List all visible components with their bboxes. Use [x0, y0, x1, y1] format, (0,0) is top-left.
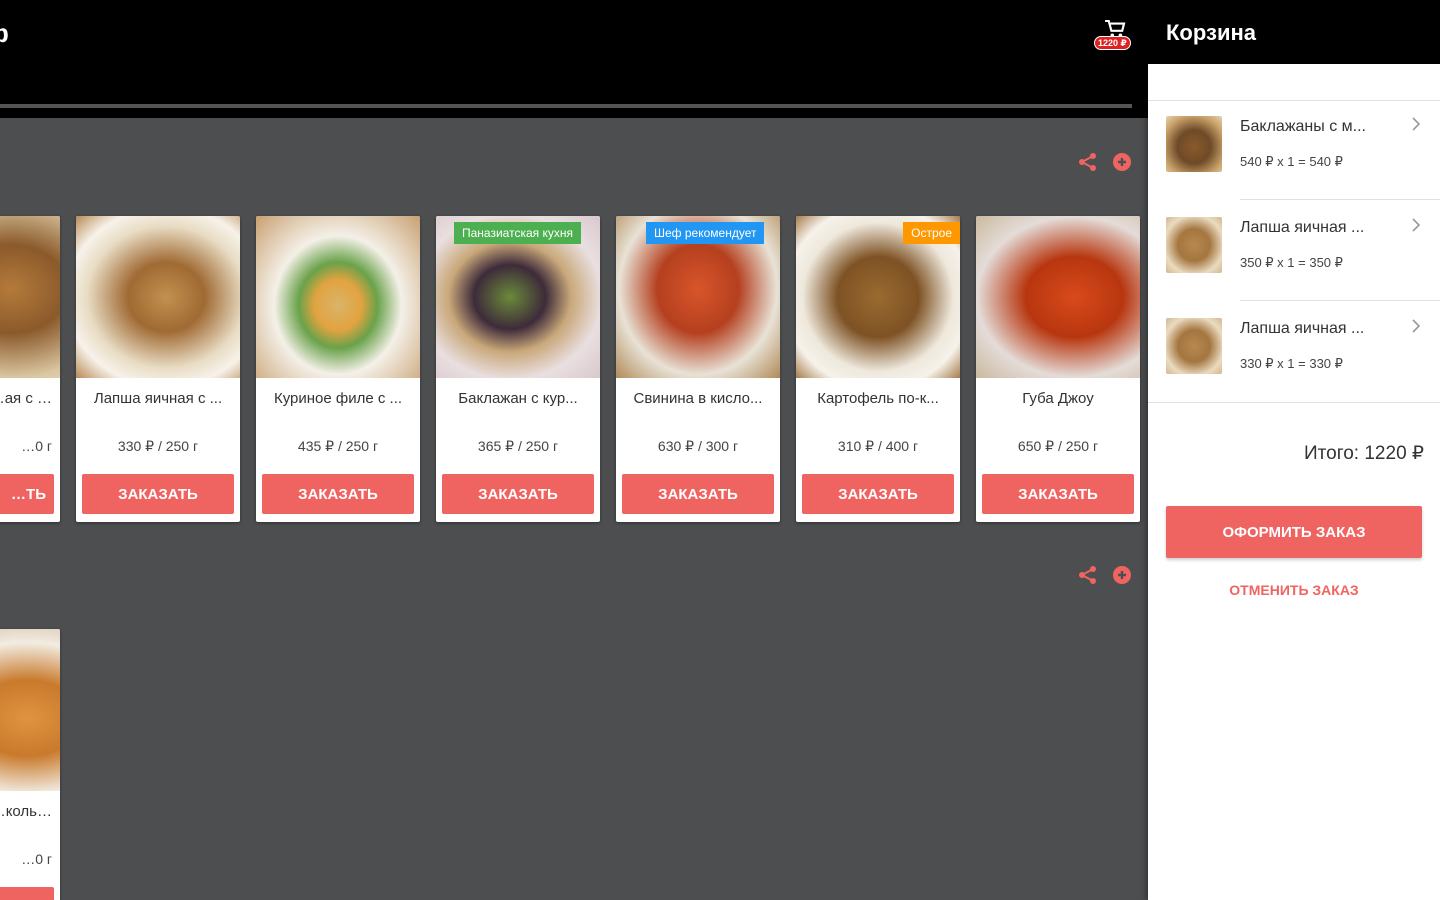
dish-price: 650 ₽ / 250 г [1017, 438, 1099, 454]
menu-card[interactable]: …ая с … …0 г …ТЬ [0, 216, 60, 522]
dish-name: Свинина в кисло... [633, 390, 763, 407]
dish-photo [0, 216, 60, 378]
menu-panel: ф 1220 ₽ …ая с … …0 г …ТЬ Лапша яичная с… [0, 0, 1148, 900]
dish-price: 365 ₽ / 250 г [477, 438, 559, 454]
app-toolbar: ф 1220 ₽ [0, 0, 1148, 118]
cart-item-thumbnail [1166, 116, 1222, 172]
cart-panel: Корзина Баклажаны с м... 540 ₽ x 1 = 540… [1148, 0, 1440, 900]
menu-card[interactable]: …коль… …0 г [0, 629, 60, 900]
dish-name: Лапша яичная с ... [93, 390, 223, 407]
cart-item[interactable]: Лапша яичная ... 350 ₽ x 1 = 350 ₽ [1148, 201, 1440, 301]
share-icon[interactable] [1078, 152, 1098, 172]
chevron-right-icon[interactable] [1410, 116, 1422, 132]
dish-name: Баклажан с кур... [458, 390, 578, 407]
order-button[interactable]: ЗАКАЗАТЬ [262, 474, 414, 514]
dish-photo [0, 629, 60, 791]
dish-price: 330 ₽ / 250 г [117, 438, 199, 454]
order-button[interactable]: ЗАКАЗАТЬ [622, 474, 774, 514]
menu-card[interactable]: Куриное филе с ... 435 ₽ / 250 г ЗАКАЗАТ… [256, 216, 420, 522]
cart-item-calc: 540 ₽ x 1 = 540 ₽ [1240, 154, 1343, 169]
app-title: ф [0, 18, 9, 49]
dish-price: …0 г [21, 438, 52, 454]
dish-photo [76, 216, 240, 378]
dish-name: Картофель по-к... [817, 390, 939, 407]
dish-price: 310 ₽ / 400 г [837, 438, 919, 454]
menu-card[interactable]: Лапша яичная с ... 330 ₽ / 250 г ЗАКАЗАТ… [76, 216, 240, 522]
order-button[interactable]: …ТЬ [0, 474, 54, 514]
order-button[interactable]: ЗАКАЗАТЬ [82, 474, 234, 514]
cart-item-name: Лапша яичная ... [1240, 219, 1365, 236]
chevron-right-icon[interactable] [1410, 217, 1422, 233]
dish-name: …коль… [0, 803, 52, 820]
order-button[interactable] [0, 887, 54, 900]
menu-card[interactable]: Шеф рекомендует Свинина в кисло... 630 ₽… [616, 216, 780, 522]
dish-price: 630 ₽ / 300 г [657, 438, 739, 454]
add-circle-icon[interactable] [1112, 152, 1132, 172]
dish-photo [256, 216, 420, 378]
cart-item-thumbnail [1166, 217, 1222, 273]
cart-divider [1148, 402, 1440, 403]
cart-item-divider [1240, 300, 1440, 301]
section-actions [1078, 565, 1132, 585]
cart-header: Корзина [1148, 0, 1440, 64]
dish-photo [976, 216, 1140, 378]
share-icon[interactable] [1078, 565, 1098, 585]
order-button[interactable]: ЗАКАЗАТЬ [802, 474, 954, 514]
menu-card[interactable]: Паназиатская кухня Баклажан с кур... 365… [436, 216, 600, 522]
cart-item[interactable]: Лапша яичная ... 330 ₽ x 1 = 330 ₽ [1148, 302, 1440, 402]
order-button[interactable]: ЗАКАЗАТЬ [442, 474, 594, 514]
add-circle-icon[interactable] [1112, 565, 1132, 585]
cart-item-calc: 330 ₽ x 1 = 330 ₽ [1240, 356, 1343, 371]
chevron-right-icon[interactable] [1410, 318, 1422, 334]
dish-price: …0 г [21, 851, 52, 867]
menu-card[interactable]: Губа Джоу 650 ₽ / 250 г ЗАКАЗАТЬ [976, 216, 1140, 522]
cart-item[interactable]: Баклажаны с м... 540 ₽ x 1 = 540 ₽ [1148, 100, 1440, 200]
cart-button[interactable]: 1220 ₽ [1092, 18, 1140, 56]
cart-item-name: Лапша яичная ... [1240, 320, 1365, 337]
dish-tag: Острое [903, 222, 960, 244]
toolbar-divider [0, 104, 1132, 108]
cart-item-calc: 350 ₽ x 1 = 350 ₽ [1240, 255, 1343, 270]
dish-name: Губа Джоу [1022, 390, 1094, 407]
dish-name: Куриное филе с ... [273, 390, 403, 407]
menu-card[interactable]: Острое Картофель по-к... 310 ₽ / 400 г З… [796, 216, 960, 522]
dish-tag: Шеф рекомендует [646, 222, 765, 244]
checkout-button[interactable]: ОФОРМИТЬ ЗАКАЗ [1166, 506, 1422, 558]
cart-item-thumbnail [1166, 318, 1222, 374]
cancel-order-link[interactable]: ОТМЕНИТЬ ЗАКАЗ [1166, 582, 1422, 598]
cart-total-badge: 1220 ₽ [1094, 36, 1131, 50]
cart-title: Корзина [1166, 20, 1256, 45]
section-actions [1078, 152, 1132, 172]
cart-total: Итого: 1220 ₽ [1304, 443, 1424, 464]
cart-item-divider [1240, 199, 1440, 200]
dish-name: …ая с … [0, 390, 52, 407]
dish-tag: Паназиатская кухня [454, 222, 581, 244]
dish-price: 435 ₽ / 250 г [297, 438, 379, 454]
cart-item-name: Баклажаны с м... [1240, 118, 1366, 135]
order-button[interactable]: ЗАКАЗАТЬ [982, 474, 1134, 514]
